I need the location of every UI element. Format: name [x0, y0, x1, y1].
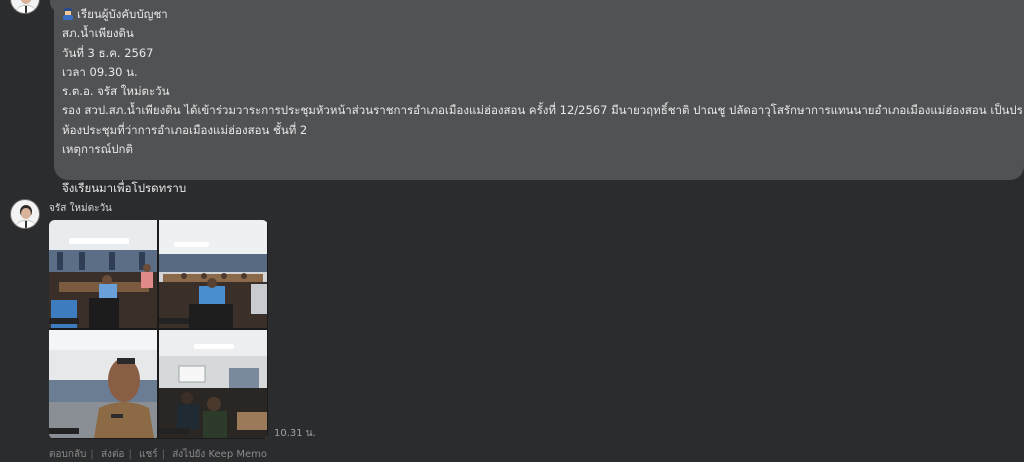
photo-meeting-room-1[interactable]	[49, 220, 157, 328]
message-line: เหตุการณ์ปกติ	[62, 142, 133, 157]
share-button[interactable]: แชร์	[139, 449, 158, 460]
reply-button[interactable]: ตอบกลับ	[49, 449, 86, 460]
photo-meeting-room-2[interactable]	[159, 220, 267, 328]
police-officer-icon	[63, 8, 73, 20]
message-line: สภ.น้ำเพียงดิน	[62, 26, 134, 41]
sender-name: จรัส ใหม่ตะวัน	[49, 203, 112, 214]
divider: |	[161, 449, 165, 460]
message-action-bar: ตอบกลับ | ส่งต่อ | แชร์ | ส่งไปยัง Keep Mem…	[49, 447, 271, 462]
avatar-face	[21, 0, 31, 4]
meeting-photo-image	[159, 330, 267, 438]
photo-grid[interactable]	[49, 220, 268, 439]
message-line: เวลา 09.30 น.	[62, 64, 138, 79]
message-line: ร.ต.อ. จรัส ใหม่ตะวัน	[62, 84, 170, 99]
divider: |	[128, 449, 132, 460]
message-line: จึงเรียนมาเพื่อโปรดทราบ	[62, 180, 187, 195]
meeting-photo-image	[49, 220, 157, 328]
message-bubble[interactable]: เรียนผู้บังคับบัญชา สภ.น้ำเพียงดิน วันที…	[50, 0, 1024, 195]
message-text: เรียนผู้บังคับบัญชา สภ.น้ำเพียงดิน วันที…	[62, 5, 1022, 198]
avatar[interactable]	[10, 0, 40, 14]
photo-officer-selfie[interactable]	[49, 330, 157, 438]
message-line: รอง สวป.สภ.น้ำเพียงดิน ได้เข้าร่วมวาระกา…	[62, 103, 1022, 118]
keep-memo-button[interactable]: ส่งไปยัง Keep Memo	[172, 449, 267, 460]
divider: |	[90, 449, 94, 460]
message-line-blank	[62, 159, 1022, 178]
meeting-photo-image	[159, 220, 267, 328]
sender-avatar[interactable]	[10, 199, 40, 229]
meeting-photo-image	[49, 330, 157, 438]
avatar-tie	[25, 6, 27, 13]
message-timestamp: 10.31 น.	[274, 428, 316, 439]
message-line: วันที่ 3 ธ.ค. 2567	[62, 45, 154, 60]
avatar-tie	[25, 221, 27, 228]
forward-button[interactable]: ส่งต่อ	[101, 449, 125, 460]
photo-meeting-room-3[interactable]	[159, 330, 267, 438]
message-line: ห้องประชุมที่ว่าการอำเภอเมืองแม่ฮ่องสอน …	[62, 122, 308, 137]
avatar-face	[21, 208, 31, 219]
message-line: เรียนผู้บังคับบัญชา	[62, 5, 1022, 24]
